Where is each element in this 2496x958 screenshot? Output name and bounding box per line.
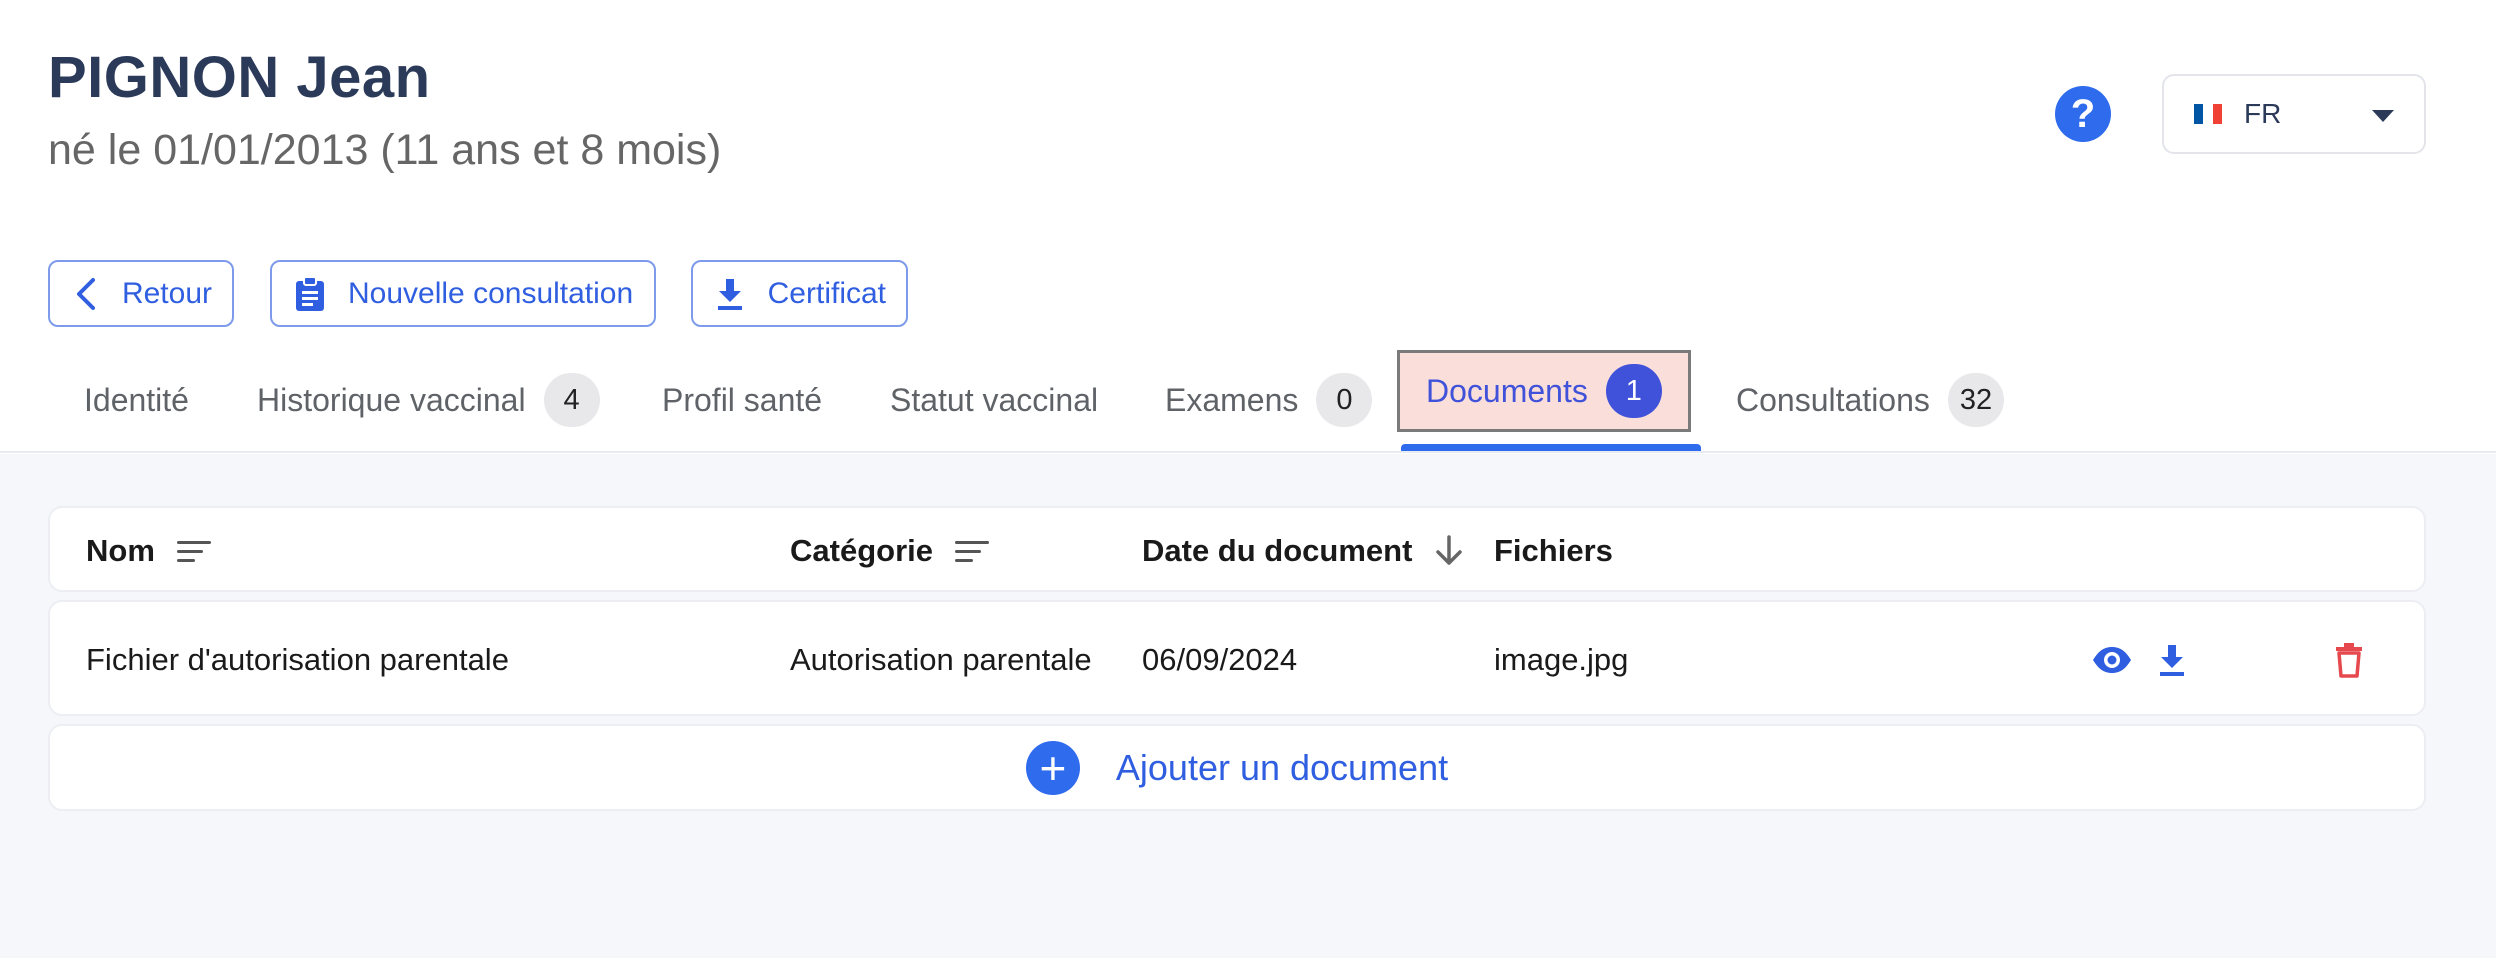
column-label: Nom bbox=[86, 533, 155, 568]
sort-icon bbox=[176, 540, 211, 562]
document-category: Autorisation parentale bbox=[790, 642, 1092, 677]
column-files-header: Fichiers bbox=[1494, 508, 1613, 594]
add-document-label: Ajouter un document bbox=[1115, 746, 1449, 788]
tab-label: Profil santé bbox=[662, 381, 823, 418]
tab-consultations[interactable]: Consultations 32 bbox=[1736, 350, 2005, 450]
tab-vaccination-status[interactable]: Statut vaccinal bbox=[890, 350, 1098, 450]
eye-icon[interactable] bbox=[2090, 638, 2134, 682]
back-button[interactable]: Retour bbox=[48, 260, 234, 327]
language-select[interactable]: FR bbox=[2162, 74, 2426, 154]
tab-label: Examens bbox=[1165, 381, 1299, 418]
download-icon[interactable] bbox=[2150, 638, 2194, 682]
tab-label: Consultations bbox=[1736, 381, 1930, 418]
document-name: Fichier d'autorisation parentale bbox=[86, 642, 509, 677]
count-badge: 1 bbox=[1605, 364, 1662, 418]
documents-panel: Nom Catégorie Date du document Fichiers bbox=[0, 454, 2496, 958]
tab-label: Identité bbox=[84, 381, 189, 418]
trash-icon[interactable] bbox=[2327, 638, 2371, 682]
count-badge: 0 bbox=[1316, 373, 1373, 427]
document-file[interactable]: image.jpg bbox=[1494, 602, 1628, 718]
column-label: Catégorie bbox=[790, 533, 933, 568]
new-consultation-label: Nouvelle consultation bbox=[348, 276, 634, 310]
sort-icon bbox=[954, 540, 989, 562]
tab-bar: Identité Historique vaccinal 4 Profil sa… bbox=[0, 350, 2496, 453]
new-consultation-button[interactable]: Nouvelle consultation bbox=[270, 260, 656, 327]
clipboard-icon bbox=[292, 275, 328, 312]
tab-health-profile[interactable]: Profil santé bbox=[662, 350, 822, 450]
tab-label: Documents bbox=[1426, 372, 1588, 409]
language-label: FR bbox=[2244, 98, 2282, 129]
tab-vaccination-history[interactable]: Historique vaccinal 4 bbox=[257, 350, 600, 450]
tab-exams[interactable]: Examens 0 bbox=[1165, 350, 1373, 450]
plus-circle-icon: + bbox=[1025, 740, 1080, 795]
tab-label: Statut vaccinal bbox=[890, 381, 1099, 418]
add-document-button[interactable]: + Ajouter un document bbox=[48, 724, 2426, 811]
column-label: Fichiers bbox=[1494, 533, 1613, 568]
birth-date: né le 01/01/2013 (11 ans et 8 mois) bbox=[48, 126, 722, 174]
caret-down-icon bbox=[2372, 110, 2394, 122]
count-badge: 32 bbox=[1947, 373, 2005, 427]
count-badge: 4 bbox=[543, 373, 600, 427]
tab-label: Historique vaccinal bbox=[257, 381, 526, 418]
tab-documents[interactable]: Documents 1 bbox=[1397, 350, 1691, 432]
certificate-label: Certificat bbox=[767, 276, 886, 310]
column-label: Date du document bbox=[1142, 533, 1413, 568]
column-date-header[interactable]: Date du document bbox=[1142, 508, 1464, 594]
document-date: 06/09/2024 bbox=[1142, 642, 1298, 677]
back-button-label: Retour bbox=[121, 276, 212, 310]
column-category-header[interactable]: Catégorie bbox=[790, 508, 989, 594]
flag-fr-icon bbox=[2194, 104, 2222, 124]
tab-identity[interactable]: Identité bbox=[84, 350, 189, 450]
download-icon bbox=[713, 276, 748, 312]
table-row[interactable]: Fichier d'autorisation parentale Autoris… bbox=[48, 600, 2426, 716]
page-title: PIGNON Jean bbox=[48, 45, 431, 110]
table-header: Nom Catégorie Date du document Fichiers bbox=[48, 506, 2426, 592]
active-tab-indicator bbox=[1401, 444, 1701, 451]
question-circle-icon[interactable]: ? bbox=[2055, 86, 2111, 142]
chevron-left-icon bbox=[70, 276, 102, 312]
arrow-down-icon bbox=[1434, 534, 1464, 568]
patient-documents-page: PIGNON Jean né le 01/01/2013 (11 ans et … bbox=[0, 0, 2496, 958]
certificate-button[interactable]: Certificat bbox=[691, 260, 908, 327]
column-name-header[interactable]: Nom bbox=[86, 508, 211, 594]
